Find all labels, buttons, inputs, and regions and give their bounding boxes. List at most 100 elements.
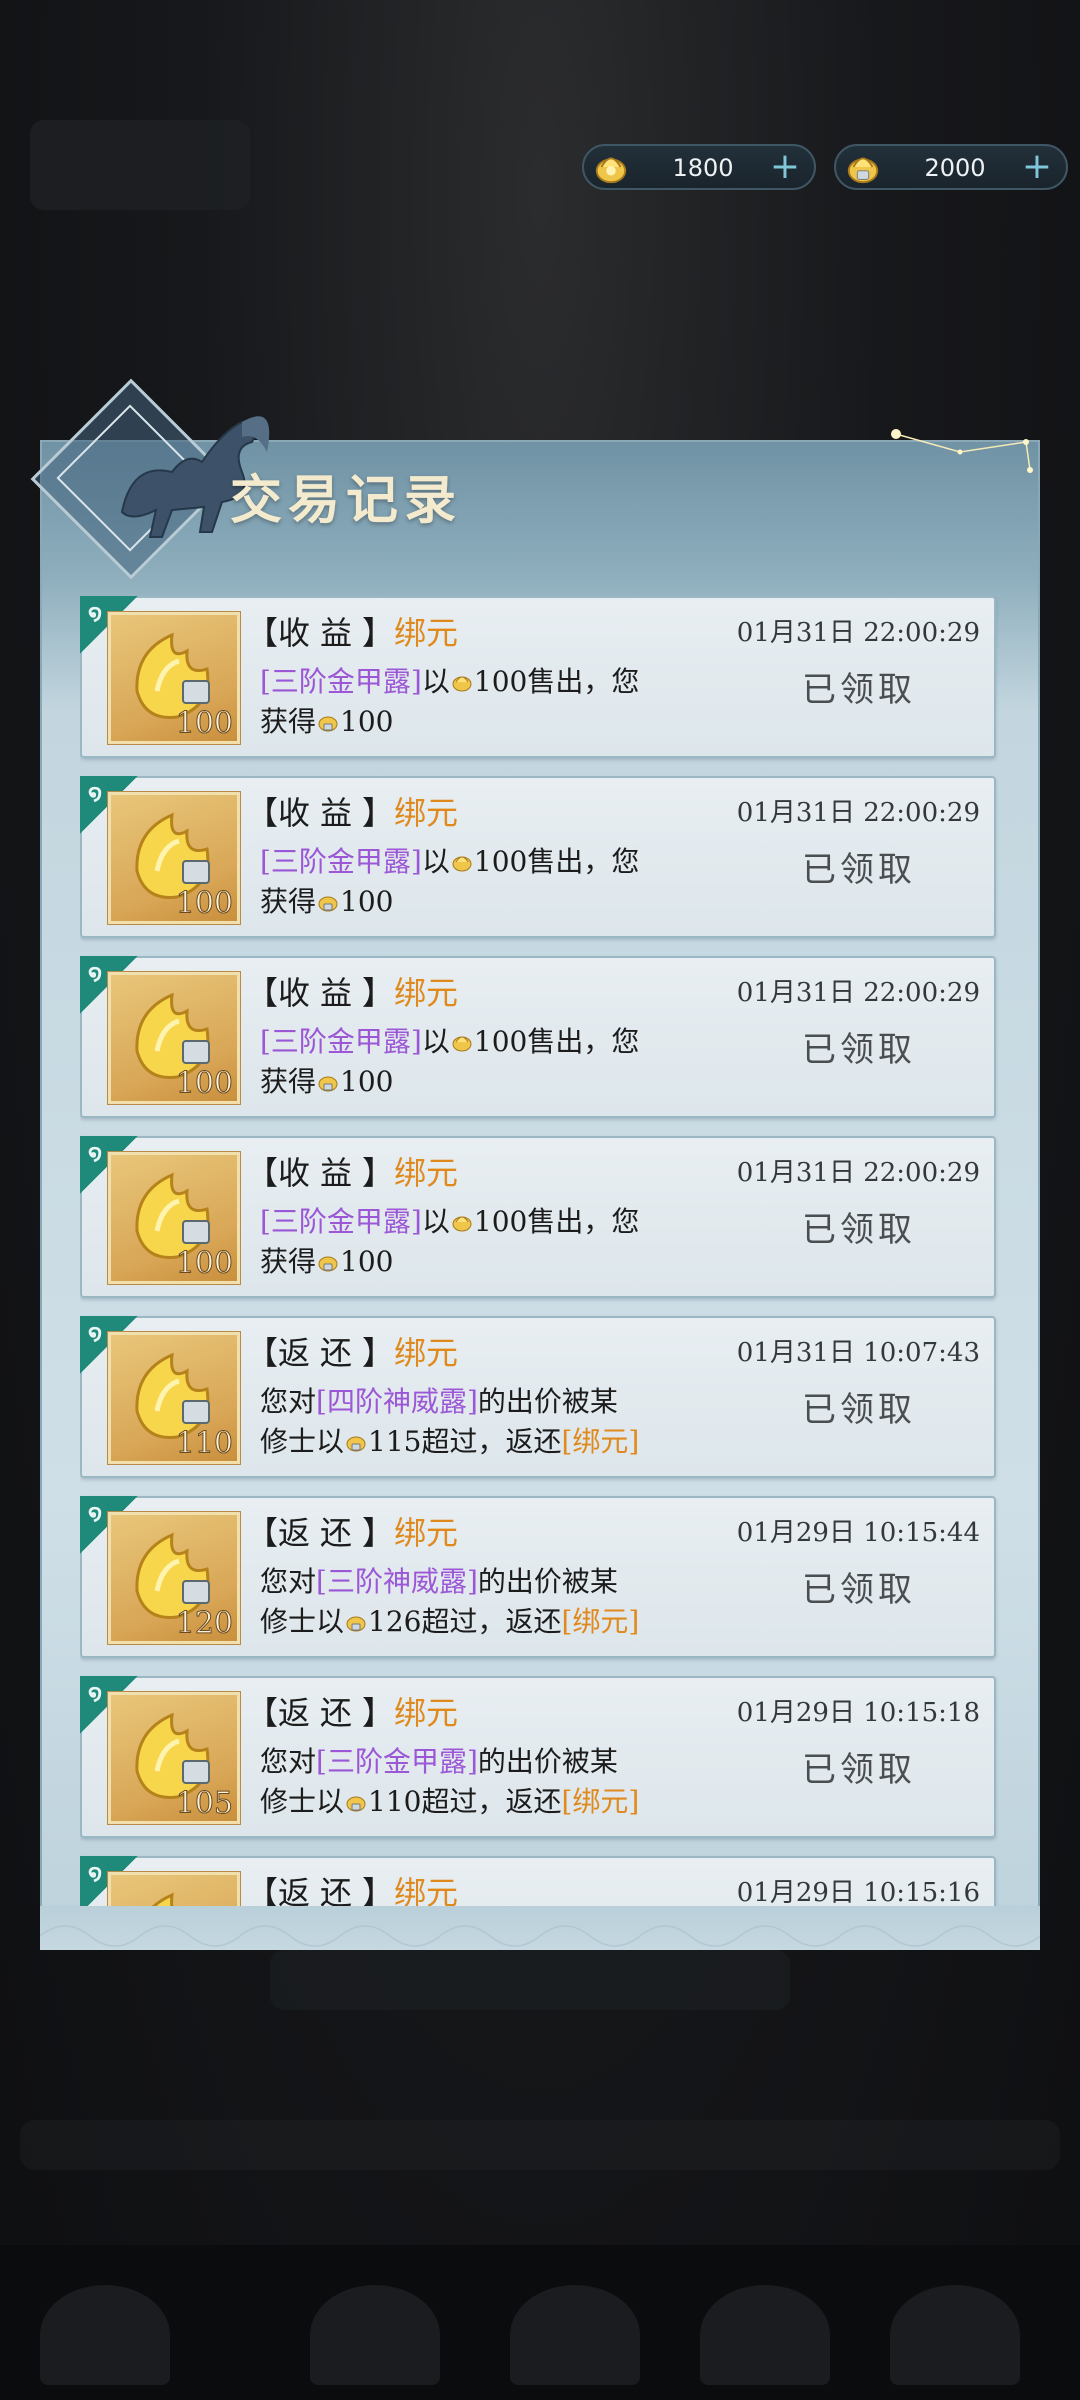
coin-icon bbox=[452, 1036, 472, 1052]
claim-status: 已领取 bbox=[802, 1570, 916, 1610]
add-gold-button[interactable]: + bbox=[770, 146, 800, 188]
bound-coin-icon bbox=[318, 896, 338, 912]
trade-record-list[interactable]: ໑ 100 【收益】绑元 01月31日 22:00:29 [三阶金甲露]以 100… bbox=[80, 596, 1000, 1906]
record-text-line1: 您对[四阶神威露]的出价被某 bbox=[260, 1385, 618, 1418]
record-text-line1: 您对[三阶金甲露]的出价被某 bbox=[260, 1745, 618, 1778]
item-thumbnail: 110 bbox=[108, 1332, 240, 1464]
currency-bar-gold: 1800 + bbox=[582, 144, 816, 190]
record-time: 01月29日 10:15:18 bbox=[736, 1698, 980, 1728]
item-link: [三阶神威露] bbox=[316, 1565, 478, 1598]
record-currency: 绑元 bbox=[394, 974, 459, 1012]
record-time: 01月31日 10:07:43 bbox=[736, 1338, 980, 1368]
item-thumbnail: 120 bbox=[108, 1512, 240, 1644]
record-row[interactable]: ໑ 100 【收益】绑元 01月31日 22:00:29 [三阶金甲露]以 100… bbox=[80, 776, 996, 938]
record-type: 收益 bbox=[278, 614, 363, 652]
record-type: 返还 bbox=[278, 1874, 363, 1906]
bound-coin-icon bbox=[847, 157, 879, 184]
record-time: 01月29日 10:15:16 bbox=[736, 1878, 980, 1906]
record-text-line2: 修士以 126超过，返还[绑元] bbox=[260, 1605, 640, 1638]
record-header: 【收益】绑元 bbox=[246, 794, 459, 832]
add-bound-button[interactable]: + bbox=[1022, 146, 1052, 188]
record-time: 01月31日 22:00:29 bbox=[736, 978, 980, 1008]
record-text-line1: [三阶金甲露]以 100售出，您 bbox=[260, 1205, 640, 1238]
item-quantity: 100 bbox=[175, 1246, 233, 1282]
panel-title: 交易记录 bbox=[230, 470, 463, 531]
bound-coin-icon bbox=[318, 716, 338, 732]
record-time: 01月31日 22:00:29 bbox=[736, 798, 980, 828]
record-header: 【返还】绑元 bbox=[246, 1694, 459, 1732]
swirl-icon: ໑ bbox=[88, 1500, 103, 1526]
record-row[interactable]: ໑ 【返还】绑元 01月29日 10:15:16 bbox=[80, 1856, 996, 1906]
swirl-icon: ໑ bbox=[88, 1680, 103, 1706]
item-thumbnail: 100 bbox=[108, 1152, 240, 1284]
bound-coin-icon bbox=[346, 1436, 366, 1452]
coin-icon bbox=[452, 676, 472, 692]
item-thumbnail: 105 bbox=[108, 1692, 240, 1824]
record-text-line2: 修士以 115超过，返还[绑元] bbox=[260, 1425, 640, 1458]
item-link: [三阶金甲露] bbox=[260, 1025, 422, 1058]
record-row[interactable]: ໑ 100 【收益】绑元 01月31日 22:00:29 [三阶金甲露]以 100… bbox=[80, 596, 996, 758]
record-row[interactable]: ໑ 105 【返还】绑元 01月29日 10:15:18 您对[三阶金甲露]的出… bbox=[80, 1676, 996, 1838]
record-currency: 绑元 bbox=[394, 1334, 459, 1372]
bound-currency-link: [绑元] bbox=[561, 1425, 640, 1458]
constellation-decoration bbox=[891, 429, 1033, 473]
bound-coin-icon bbox=[346, 1616, 366, 1632]
record-type: 收益 bbox=[278, 794, 363, 832]
item-quantity: 100 bbox=[175, 1066, 233, 1102]
record-time: 01月31日 22:00:29 bbox=[736, 1158, 980, 1188]
record-header: 【返还】绑元 bbox=[246, 1868, 458, 1906]
item-link: [三阶金甲露] bbox=[260, 665, 422, 698]
coin-icon bbox=[452, 1216, 472, 1232]
record-currency: 绑元 bbox=[394, 794, 459, 832]
record-row[interactable]: ໑ 120 【返还】绑元 01月29日 10:15:44 您对[三阶神威露]的出… bbox=[80, 1496, 996, 1658]
item-quantity: 105 bbox=[175, 1786, 233, 1822]
swirl-icon: ໑ bbox=[88, 960, 103, 986]
swirl-icon: ໑ bbox=[88, 1140, 103, 1166]
record-currency: 绑元 bbox=[394, 614, 459, 652]
item-quantity: 100 bbox=[175, 886, 233, 922]
claim-status: 已领取 bbox=[802, 1210, 916, 1250]
record-row[interactable]: ໑ 110 【返还】绑元 01月31日 10:07:43 您对[四阶神威露]的出… bbox=[80, 1316, 996, 1478]
record-row[interactable]: ໑ 100 【收益】绑元 01月31日 22:00:29 [三阶金甲露]以 100… bbox=[80, 1136, 996, 1298]
item-thumbnail: 100 bbox=[108, 972, 240, 1104]
record-header: 【收益】绑元 bbox=[246, 974, 459, 1012]
item-quantity: 100 bbox=[175, 706, 233, 742]
bottom-nav-background bbox=[0, 2245, 1080, 2400]
swirl-icon: ໑ bbox=[88, 780, 103, 806]
record-text-line2: 获得 100 bbox=[260, 1245, 394, 1278]
record-type: 返还 bbox=[278, 1514, 363, 1552]
record-type: 收益 bbox=[278, 974, 363, 1012]
record-time: 01月29日 10:15:44 bbox=[736, 1518, 980, 1548]
record-text-line2: 修士以 110超过，返还[绑元] bbox=[260, 1785, 640, 1818]
record-type: 返还 bbox=[278, 1334, 363, 1372]
item-thumbnail: 100 bbox=[108, 792, 240, 924]
claim-status: 已领取 bbox=[802, 1390, 916, 1430]
record-text-line1: [三阶金甲露]以 100售出，您 bbox=[260, 845, 640, 878]
record-header: 【返还】绑元 bbox=[246, 1514, 459, 1552]
bound-currency-link: [绑元] bbox=[561, 1785, 640, 1818]
claim-status: 已领取 bbox=[802, 850, 916, 890]
record-row[interactable]: ໑ 100 【收益】绑元 01月31日 22:00:29 [三阶金甲露]以 100… bbox=[80, 956, 996, 1118]
record-header: 【收益】绑元 bbox=[246, 1154, 459, 1192]
background-decoration bbox=[270, 1950, 790, 2010]
gold-coin-icon bbox=[595, 157, 627, 184]
record-text-line1: 您对[三阶神威露]的出价被某 bbox=[260, 1565, 618, 1598]
record-text-line2: 获得 100 bbox=[260, 705, 394, 738]
item-thumbnail bbox=[108, 1872, 240, 1906]
item-quantity: 120 bbox=[175, 1606, 233, 1642]
coin-icon bbox=[452, 856, 472, 872]
claim-status: 已领取 bbox=[802, 670, 916, 710]
record-text-line2: 获得 100 bbox=[260, 1065, 394, 1098]
claim-status: 已领取 bbox=[802, 1030, 916, 1070]
swirl-icon: ໑ bbox=[88, 1320, 103, 1346]
bound-currency-link: [绑元] bbox=[561, 1605, 640, 1638]
record-text-line2: 获得 100 bbox=[260, 885, 394, 918]
background-decoration bbox=[30, 120, 250, 210]
item-link: [三阶金甲露] bbox=[260, 845, 422, 878]
swirl-icon: ໑ bbox=[88, 600, 103, 626]
item-link: [三阶金甲露] bbox=[316, 1745, 478, 1778]
record-currency: 绑元 bbox=[394, 1154, 459, 1192]
wave-pattern-decoration bbox=[40, 1925, 1040, 1947]
record-text-line1: [三阶金甲露]以 100售出，您 bbox=[260, 665, 640, 698]
bound-coin-icon bbox=[318, 1256, 338, 1272]
